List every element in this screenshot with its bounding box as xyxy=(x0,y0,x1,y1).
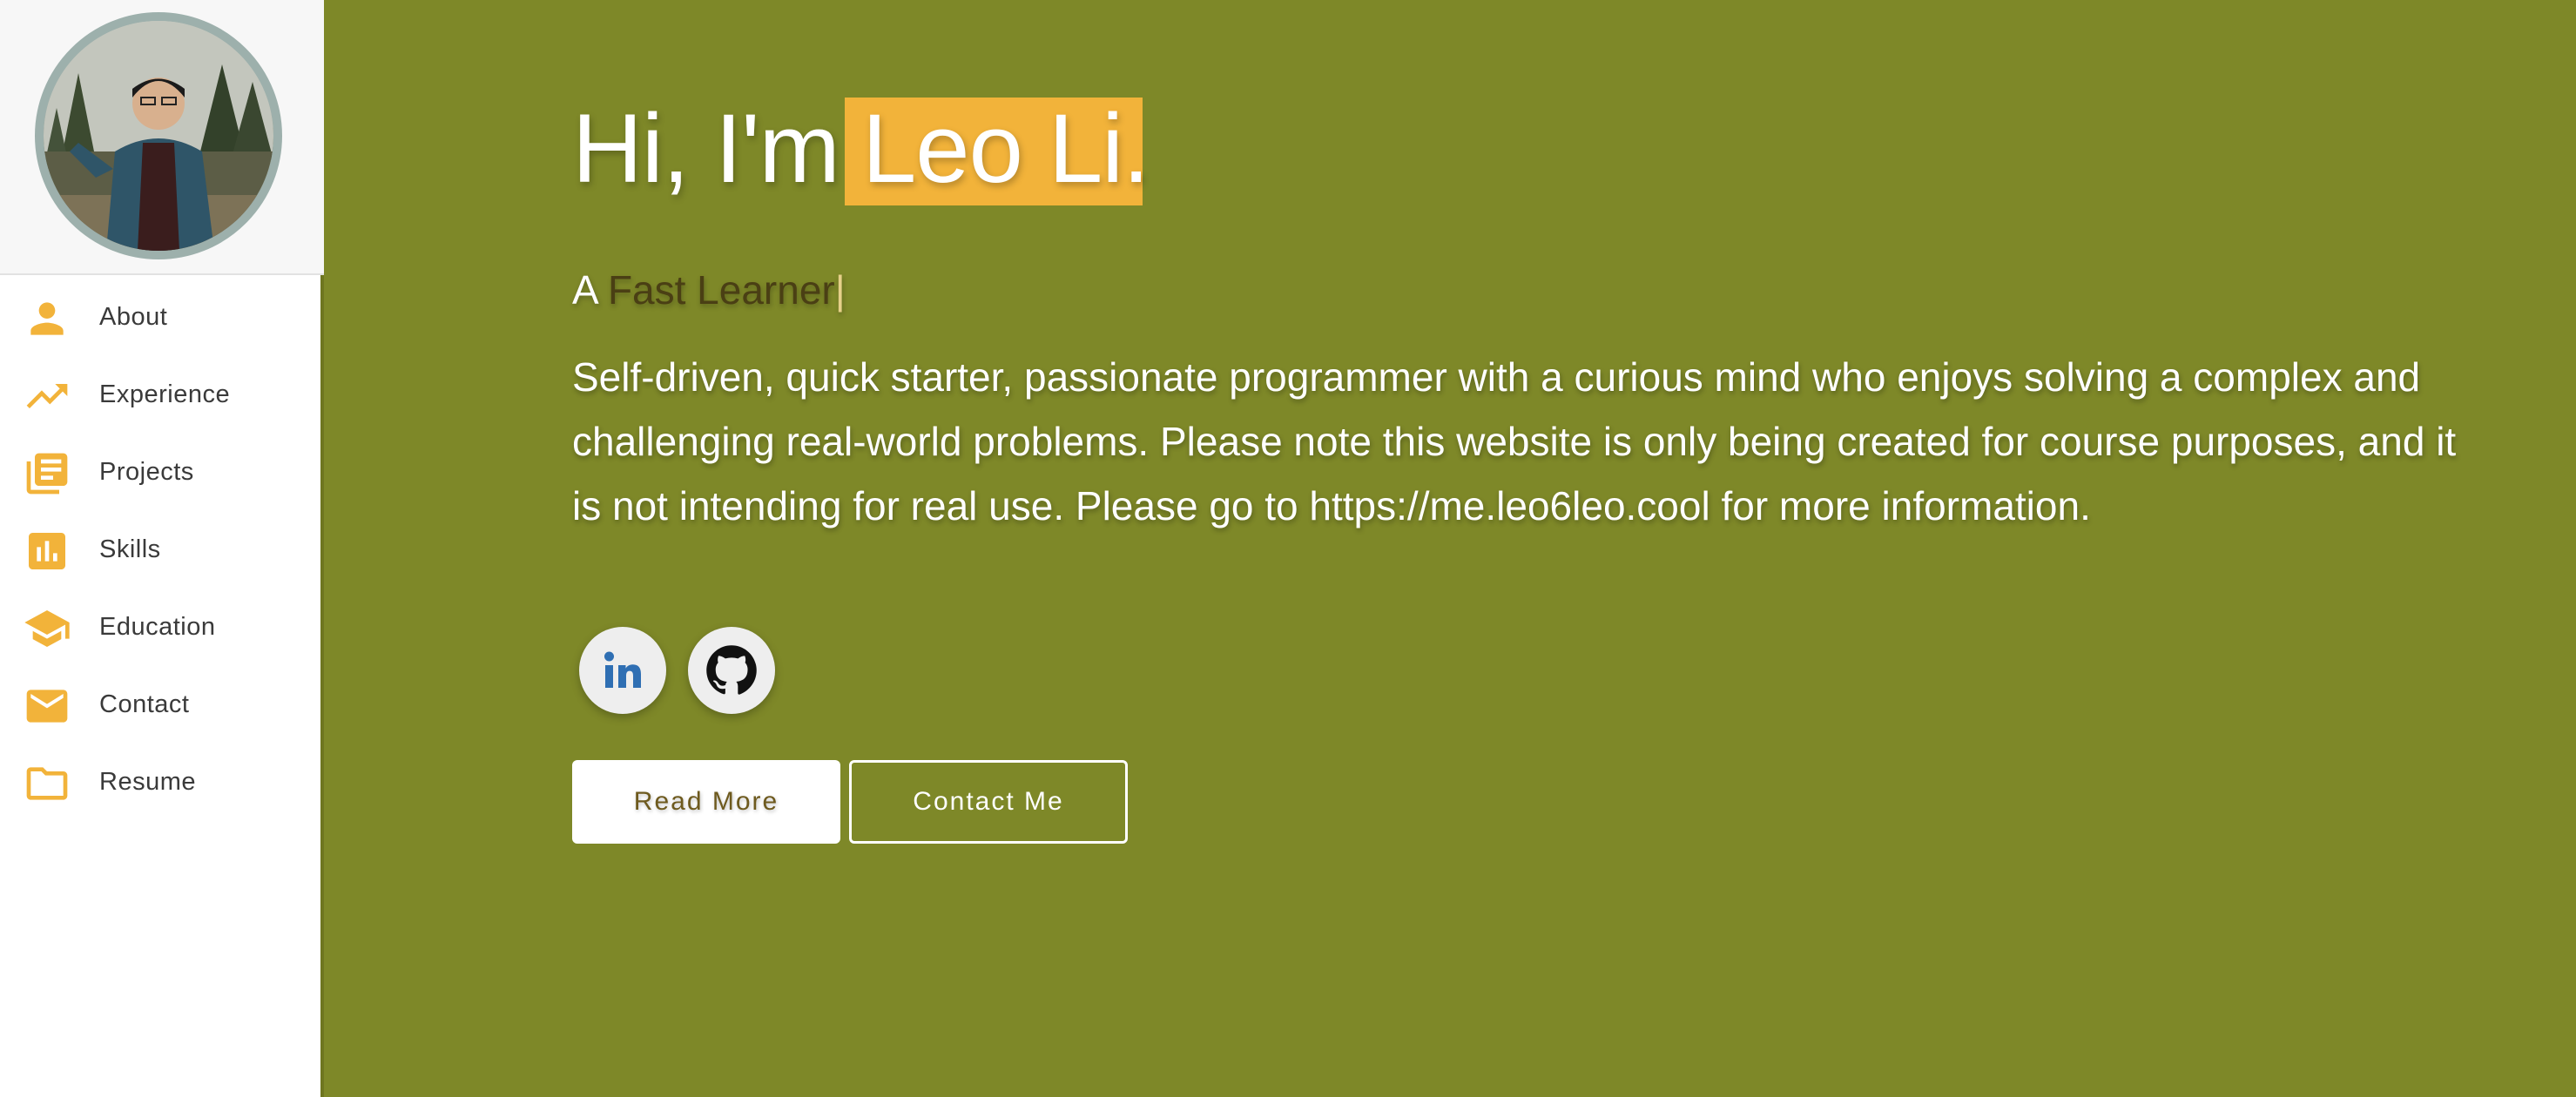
app-root: About Experience Projects Skills Educati… xyxy=(0,0,2576,1097)
hero-section: Hi, I'm Leo Li. A Fast Learner| Self-dri… xyxy=(324,0,2576,1097)
sidebar-item-projects[interactable]: Projects xyxy=(0,434,320,503)
avatar-photo xyxy=(44,21,273,251)
sidebar-item-skills[interactable]: Skills xyxy=(0,511,320,581)
sidebar-item-education[interactable]: Education xyxy=(0,589,320,658)
contact-me-button[interactable]: Contact Me xyxy=(849,760,1128,844)
sidebar-item-label: Experience xyxy=(99,380,231,408)
linkedin-icon xyxy=(604,651,641,688)
github-icon xyxy=(706,645,757,695)
sidebar-item-label: Skills xyxy=(99,535,161,563)
sidebar-item-resume[interactable]: Resume xyxy=(0,744,320,813)
sidebar: About Experience Projects Skills Educati… xyxy=(0,0,324,1097)
greeting-text: Hi, I'm xyxy=(572,94,840,203)
linkedin-button[interactable] xyxy=(579,627,666,714)
sidebar-item-experience[interactable]: Experience xyxy=(0,356,320,426)
tagline-typed: Fast Learner xyxy=(607,267,835,313)
avatar[interactable] xyxy=(35,12,282,259)
sidebar-item-label: About xyxy=(99,303,168,331)
sidebar-item-about[interactable]: About xyxy=(0,279,320,348)
person-icon xyxy=(23,294,71,343)
folder-icon xyxy=(23,759,71,808)
library-books-icon xyxy=(23,449,71,498)
name-text: Leo Li. xyxy=(862,94,1150,203)
read-more-button[interactable]: Read More xyxy=(572,760,840,844)
tagline-prefix: A xyxy=(572,267,597,313)
sidebar-item-label: Projects xyxy=(99,458,194,486)
sidebar-item-contact[interactable]: Contact xyxy=(0,666,320,736)
bar-chart-icon xyxy=(23,527,71,575)
tagline: A Fast Learner| xyxy=(572,266,846,313)
sidebar-item-label: Contact xyxy=(99,690,190,718)
sidebar-item-label: Resume xyxy=(99,768,196,796)
typing-cursor: | xyxy=(834,267,846,313)
avatar-area xyxy=(0,0,324,275)
sidebar-item-label: Education xyxy=(99,613,216,641)
trending-up-icon xyxy=(23,372,71,421)
github-button[interactable] xyxy=(688,627,775,714)
school-icon xyxy=(23,604,71,653)
bio-paragraph: Self-driven, quick starter, passionate p… xyxy=(572,354,2457,528)
mail-icon xyxy=(23,682,71,730)
